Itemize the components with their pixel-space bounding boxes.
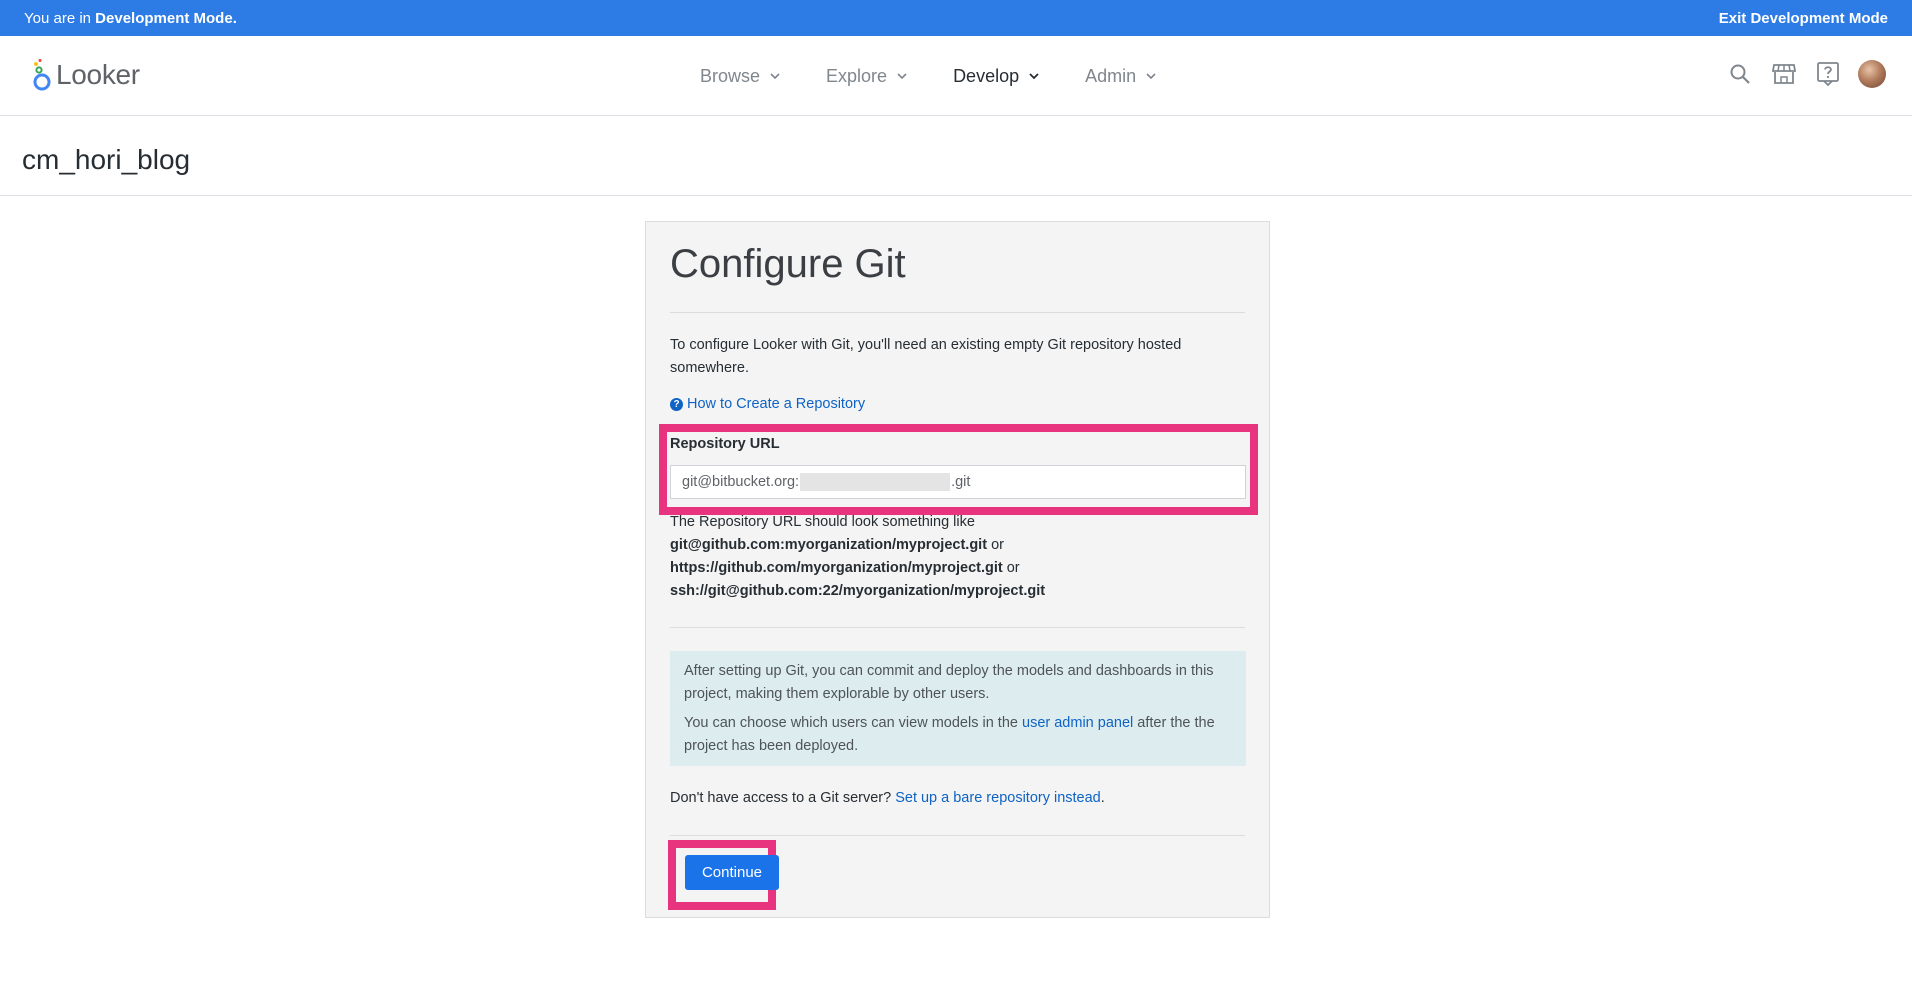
divider [670,312,1245,313]
top-navigation: Looker Browse Explore Develop Admin [0,36,1912,116]
looker-logo[interactable]: Looker [32,58,140,92]
intro-text: To configure Looker with Git, you'll nee… [670,337,1182,376]
project-header: cm_hori_blog [0,116,1912,196]
project-name: cm_hori_blog [22,144,191,175]
question-circle-icon: ? [670,397,683,411]
user-admin-panel-link[interactable]: user admin panel [1022,715,1133,731]
continue-button[interactable]: Continue [685,855,779,890]
panel-title: Configure Git [670,242,906,286]
nav-admin[interactable]: Admin [1085,66,1158,87]
search-icon [1730,64,1750,84]
nav-explore-label: Explore [826,65,888,86]
nav-browse[interactable]: Browse [700,66,782,87]
main-menu: Browse Explore Develop Admin [700,36,1202,116]
chevron-down-icon [1146,73,1156,80]
how-to-create-repository-link[interactable]: ? How to Create a Repository [670,396,865,412]
chevron-down-icon [770,73,780,80]
bare-repository-text: Don't have access to a Git server? Set u… [670,790,1105,806]
or-text: or [1002,560,1020,576]
nav-develop[interactable]: Develop [953,66,1041,87]
repository-url-help: The Repository URL should look something… [670,511,1245,603]
development-mode-bar: You are in Development Mode. Exit Develo… [0,0,1912,36]
how-to-link-label: How to Create a Repository [687,396,866,412]
info-text-1: After setting up Git, you can commit and… [684,663,1214,702]
example-url-3: ssh://git@github.com:22/myorganization/m… [670,583,1046,599]
repository-url-label: Repository URL [670,436,780,452]
dev-mode-message: You are in Development Mode. [24,9,237,27]
configure-git-panel: Configure Git To configure Looker with G… [645,221,1270,918]
nav-admin-label: Admin [1085,65,1137,86]
marketplace-icon [1771,64,1797,84]
repository-url-input[interactable]: git@bitbucket.org: .git [670,465,1246,499]
nav-explore[interactable]: Explore [826,66,909,87]
nav-develop-label: Develop [953,65,1020,86]
info-text-2: You can choose which users can view mode… [684,715,1215,754]
exit-development-mode-link[interactable]: Exit Development Mode [1719,10,1888,27]
example-url-1: git@github.com:myorganization/myproject.… [670,537,988,553]
or-text: or [987,537,1004,553]
help-intro: The Repository URL should look something… [670,514,975,530]
repo-value-prefix: git@bitbucket.org: [682,474,800,490]
divider [670,627,1245,628]
info-callout: After setting up Git, you can commit and… [670,651,1246,766]
repo-value-suffix: .git [951,474,971,490]
help-icon [1817,62,1839,87]
nav-browse-label: Browse [700,65,761,86]
nav-icons [1710,60,1886,88]
bare-repository-link[interactable]: Set up a bare repository instead [895,790,1101,806]
search-button[interactable] [1726,60,1754,88]
example-url-2: https://github.com/myorganization/myproj… [670,560,1003,576]
looker-logo-icon [33,59,51,91]
chevron-down-icon [1029,73,1039,80]
marketplace-button[interactable] [1770,60,1798,88]
divider [670,835,1245,836]
help-button[interactable] [1814,60,1842,88]
redacted-segment [800,473,951,491]
logo-text: Looker [56,59,140,90]
chevron-down-icon [897,73,907,80]
avatar[interactable] [1858,60,1886,88]
